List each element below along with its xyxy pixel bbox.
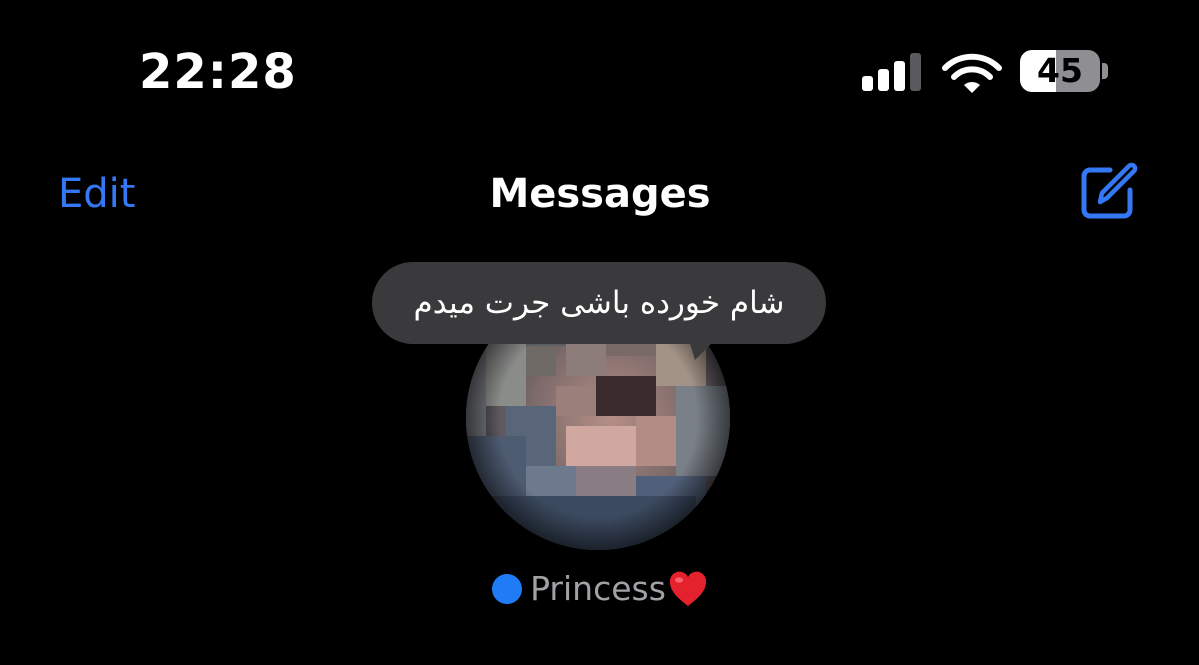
- page-title: Messages: [489, 171, 711, 217]
- signal-bar: [878, 69, 889, 91]
- red-heart-icon: [669, 571, 706, 606]
- message-preview-text: شام خورده باشی جرت میدم: [413, 285, 785, 321]
- bubble-tail: [687, 334, 721, 360]
- signal-bar: [862, 76, 873, 91]
- battery-icon: 45: [1020, 50, 1100, 92]
- battery-cap: [1102, 63, 1108, 79]
- unread-indicator: [492, 574, 523, 604]
- compose-icon[interactable]: [1076, 160, 1140, 224]
- contact-name: Princess: [530, 569, 666, 608]
- status-time: 22:28: [139, 44, 297, 100]
- wifi-icon: [942, 53, 1002, 93]
- cellular-signal-icon: [862, 53, 926, 91]
- battery-percent: 45: [1037, 51, 1083, 90]
- signal-bar: [910, 53, 921, 91]
- edit-button[interactable]: Edit: [58, 166, 135, 222]
- signal-bar: [894, 61, 905, 91]
- message-preview-bubble[interactable]: شام خورده باشی جرت میدم: [372, 262, 826, 344]
- pinned-contact[interactable]: Princess: [400, 566, 800, 612]
